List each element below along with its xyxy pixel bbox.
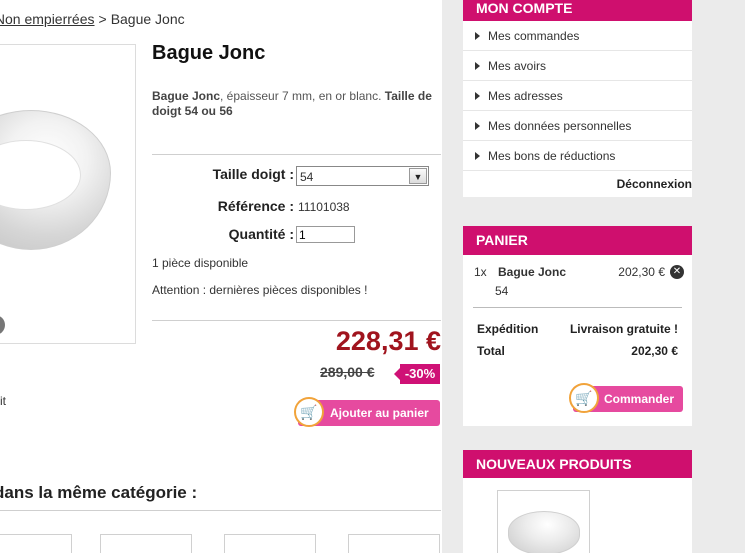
description-text: , épaisseur 7 mm, en or blanc. [220, 89, 385, 103]
size-label: Taille doigt : [212, 166, 294, 182]
product-description: Bague Jonc, épaisseur 7 mm, en or blanc.… [152, 89, 442, 119]
total-label: Total [477, 344, 505, 358]
ring-image [508, 511, 580, 553]
triangle-right-icon [475, 152, 480, 160]
shipping-row: Expédition Livraison gratuite ! [463, 316, 692, 338]
cart-line-name[interactable]: Bague Jonc [498, 265, 566, 279]
account-item-label: Mes commandes [488, 29, 580, 43]
cart-line-price: 202,30 € [618, 265, 665, 279]
cart-line-attribute: 54 [495, 284, 509, 298]
image-zoom-dot[interactable] [0, 315, 5, 335]
related-product-thumb[interactable] [224, 534, 316, 553]
size-select-value: 54 [300, 170, 314, 184]
new-product-thumb[interactable] [497, 490, 590, 553]
product-title: Bague Jonc [152, 42, 266, 64]
reference-label: Référence : [217, 198, 294, 214]
account-item-label: Mes adresses [488, 89, 563, 103]
triangle-right-icon [475, 122, 480, 130]
account-title: MON COMPTE [463, 0, 692, 21]
size-select[interactable]: 54 ▼ [296, 166, 429, 186]
cart-line-qty: 1x [474, 265, 487, 279]
remove-icon[interactable]: ✕ [670, 265, 684, 279]
quantity-input[interactable] [296, 226, 355, 243]
account-item-orders[interactable]: Mes commandes [463, 21, 692, 51]
shipping-value: Livraison gratuite ! [569, 322, 678, 336]
total-value: 202,30 € [631, 344, 678, 358]
account-block: MON COMPTE Mes commandes Mes avoirs Mes … [463, 0, 692, 197]
reference-value: 11101038 [298, 200, 350, 214]
stray-text: it [0, 394, 6, 408]
availability-text: 1 pièce disponible [152, 256, 249, 270]
breadcrumb-parent-link[interactable]: s Non empierrées [0, 11, 95, 27]
account-item-credits[interactable]: Mes avoirs [463, 51, 692, 81]
shipping-label: Expédition [477, 322, 539, 336]
divider [0, 510, 441, 511]
breadcrumb-current: Bague Jonc [110, 11, 185, 27]
logout-link[interactable]: Déconnexion [463, 171, 692, 197]
related-product-thumb[interactable] [0, 534, 72, 553]
product-image[interactable] [0, 44, 136, 344]
cart-divider [473, 307, 682, 308]
discount-badge: -30% [394, 364, 440, 384]
cart-icon: 🛒 [294, 397, 324, 427]
order-button[interactable]: 🛒 Commander [569, 383, 683, 413]
divider [152, 320, 441, 321]
triangle-right-icon [475, 92, 480, 100]
description-name: Bague Jonc [152, 89, 221, 103]
chevron-down-icon[interactable]: ▼ [409, 168, 427, 184]
breadcrumb: s Non empierrées>Bague Jonc [0, 11, 185, 27]
add-to-cart-button[interactable]: 🛒 Ajouter au panier [294, 397, 440, 427]
account-item-addresses[interactable]: Mes adresses [463, 81, 692, 111]
quantity-label: Quantité : [228, 226, 294, 242]
divider [152, 154, 441, 155]
breadcrumb-separator: > [98, 11, 107, 27]
old-price: 289,00 € [320, 364, 375, 380]
triangle-right-icon [475, 32, 480, 40]
account-item-personal-data[interactable]: Mes données personnelles [463, 111, 692, 141]
related-section-title: dans la même catégorie : [0, 483, 198, 502]
new-products-title: NOUVEAUX PRODUITS [463, 450, 692, 478]
related-product-thumb[interactable] [100, 534, 192, 553]
total-row: Total 202,30 € [463, 338, 692, 360]
account-item-label: Mes bons de réductions [488, 149, 616, 163]
account-item-label: Mes données personnelles [488, 119, 632, 133]
triangle-right-icon [475, 62, 480, 70]
account-item-vouchers[interactable]: Mes bons de réductions [463, 141, 692, 171]
account-item-label: Mes avoirs [488, 59, 547, 73]
cart-line-item: 1x Bague Jonc 202,30 € ✕ 54 [463, 255, 692, 301]
related-product-thumb[interactable] [348, 534, 440, 553]
cart-icon: 🛒 [569, 383, 599, 413]
product-price: 228,31 € [335, 326, 441, 356]
stock-warning: Attention : dernières pièces disponibles… [152, 283, 368, 297]
cart-title: PANIER [463, 226, 692, 255]
